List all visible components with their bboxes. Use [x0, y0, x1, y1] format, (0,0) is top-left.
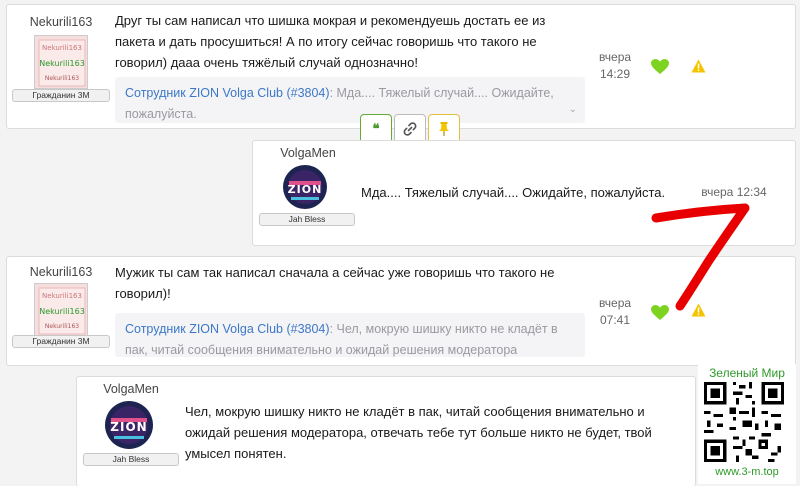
avatar-text: Nekurili163: [42, 44, 82, 52]
message-card: Nekurili163 Nekurili163 Nekurili163 Neku…: [6, 4, 796, 129]
quote-button[interactable]: ❝: [360, 114, 392, 143]
avatar-text: ZION: [110, 420, 147, 434]
rank-badge: Jah Bless: [259, 213, 355, 226]
warning-icon[interactable]: [691, 59, 706, 73]
watermark-title: Зеленый Мир: [709, 366, 785, 380]
watermark-url: www.3-m.top: [715, 466, 779, 478]
quoted-message[interactable]: Сотрудник ZION Volga Club (#3804): Мда..…: [115, 77, 585, 123]
author-name[interactable]: VolgaMen: [257, 146, 359, 160]
rank-badge: Гражданин 3М: [12, 89, 110, 102]
avatar-text: Nekurili163: [45, 75, 79, 82]
timestamp: вчера 14:29: [590, 49, 640, 83]
watermark: Зеленый Мир www.3-m.top: [698, 364, 796, 484]
avatar-text: Nekurili163: [39, 59, 85, 68]
avatar-text: Nekurili163: [39, 307, 85, 316]
heart-icon[interactable]: [651, 59, 669, 75]
message-card: Nekurili163 Nekurili163 Nekurili163 Neku…: [6, 256, 796, 366]
message-text: Друг ты сам написал что шишка мокрая и р…: [115, 13, 546, 70]
avatar-text: ZION: [288, 183, 323, 196]
avatar-text: Nekurili163: [45, 323, 79, 330]
message-actions: ❝: [360, 114, 460, 143]
warning-icon[interactable]: [691, 303, 706, 317]
author-name[interactable]: VolgaMen: [81, 382, 181, 396]
avatar[interactable]: ZION: [101, 399, 157, 451]
quote-author-link[interactable]: Сотрудник ZION Volga Club (#3804): [125, 322, 330, 336]
pin-button[interactable]: [428, 114, 460, 143]
quote-icon: ❝: [372, 120, 380, 136]
link-button[interactable]: [394, 114, 426, 143]
time-day: вчера: [598, 296, 632, 310]
message-text: Чел, мокрую шишку никто не кладёт в пак,…: [185, 404, 652, 461]
message-text: Мужик ты сам так написал сначала а сейча…: [115, 265, 555, 301]
author-name[interactable]: Nekurili163: [17, 15, 105, 29]
timestamp: вчера 12:34: [701, 185, 767, 199]
time-clock: 07:41: [599, 313, 631, 327]
quote-author-link[interactable]: Сотрудник ZION Volga Club (#3804): [125, 86, 330, 100]
time-clock: 14:29: [599, 67, 631, 81]
pin-icon: [439, 121, 449, 136]
message-text: Мда.... Тяжелый случай.... Ожидайте, пож…: [361, 185, 666, 200]
avatar[interactable]: Nekurili163 Nekurili163 Nekurili163: [34, 35, 88, 89]
avatar[interactable]: ZION: [279, 163, 331, 211]
chevron-down-icon[interactable]: ⌄: [569, 99, 577, 120]
message-card: VolgaMen ZION Jah Bless Чел, мокрую шишк…: [76, 376, 696, 486]
link-icon: [403, 121, 417, 136]
rank-badge: Гражданин 3М: [12, 335, 110, 348]
qr-code: [704, 382, 784, 462]
time-day: вчера: [598, 50, 632, 64]
message-card: VolgaMen ZION Jah Bless Мда.... Тяжелый …: [252, 140, 796, 246]
timestamp: вчера 07:41: [590, 295, 640, 329]
avatar-text: Nekurili163: [42, 292, 82, 300]
rank-badge: Jah Bless: [83, 453, 179, 466]
heart-icon[interactable]: [651, 305, 669, 321]
quoted-message[interactable]: Сотрудник ZION Volga Club (#3804): Чел, …: [115, 313, 585, 357]
author-name[interactable]: Nekurili163: [17, 265, 105, 279]
avatar[interactable]: Nekurili163 Nekurili163 Nekurili163: [34, 283, 88, 337]
